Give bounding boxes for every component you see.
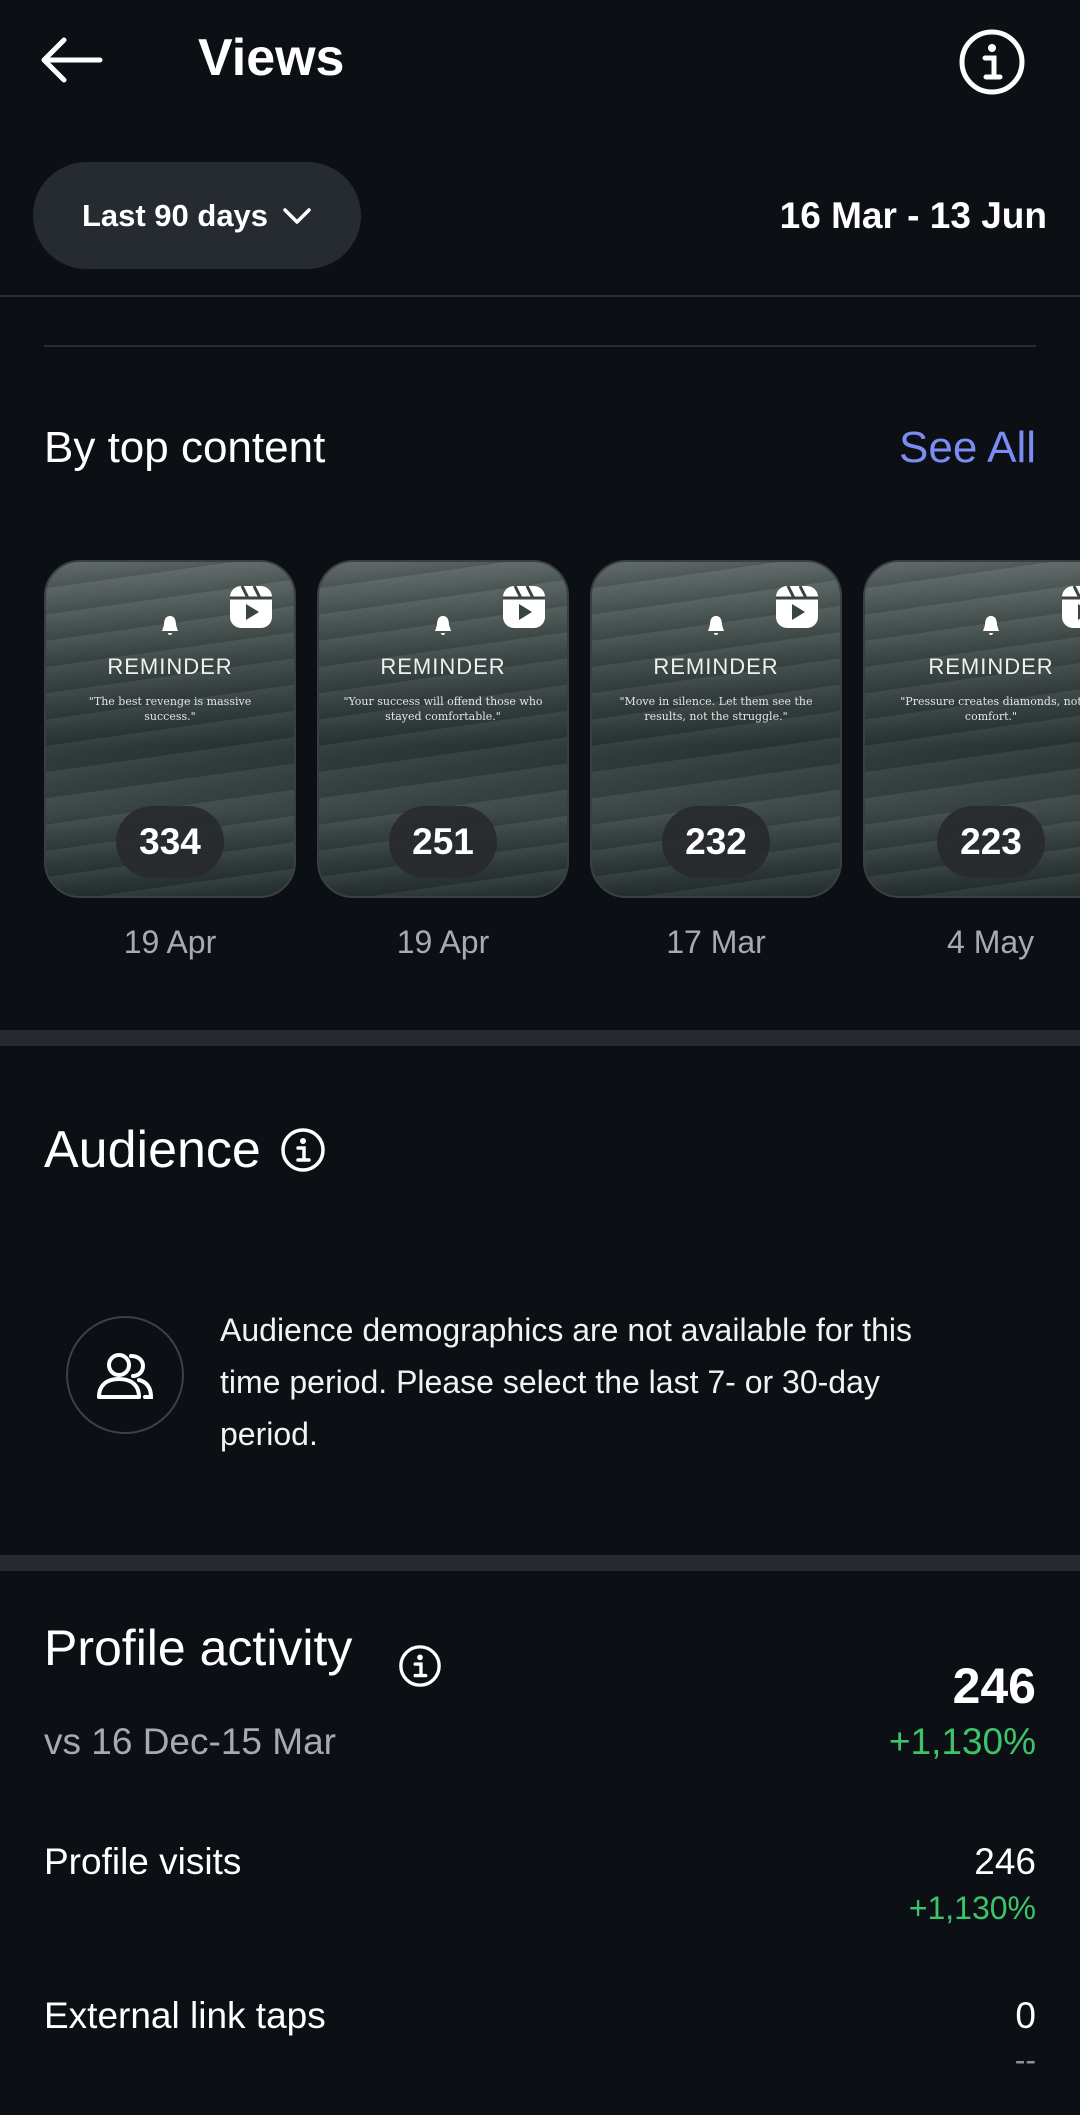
thumbnail-heading: REMINDER (380, 654, 506, 679)
thumbnail-quote: "The best revenge is massive success." (88, 695, 252, 723)
reels-icon (776, 585, 818, 628)
date-range-dropdown-label: Last 90 days (81, 197, 269, 233)
thumbnail-quote: "Your success will offend those who stay… (343, 695, 543, 723)
bell-icon (983, 616, 999, 635)
audience-info-button[interactable] (280, 1127, 326, 1173)
back-button[interactable] (40, 28, 120, 92)
metric-change-external-link-taps: -- (1014, 2042, 1036, 2078)
divider (44, 345, 1036, 347)
profile-activity-total: 246 (952, 1658, 1036, 1714)
content-thumbnail[interactable]: REMINDER "Move in silence. Let them see … (590, 560, 842, 898)
audience-unavailable-message: Audience demographics are not available … (220, 1312, 912, 1452)
divider (0, 295, 1080, 297)
content-date: 19 Apr (123, 924, 217, 960)
thumbnail-quote: "Move in silence. Let them see the resul… (619, 695, 813, 723)
content-thumbnail[interactable]: REMINDER "The best revenge is massive su… (44, 560, 296, 898)
content-date: 17 Mar (666, 924, 766, 960)
top-content-title: By top content (44, 423, 326, 472)
see-all-link[interactable]: See All (899, 420, 1036, 476)
metric-value-profile-visits: 246 (974, 1841, 1036, 1882)
info-icon (281, 1128, 325, 1172)
view-count-badge: 334 (116, 806, 224, 878)
content-date: 19 Apr (396, 924, 490, 960)
audience-title: Audience (44, 1121, 261, 1179)
section-divider (0, 1555, 1080, 1571)
page-title: Views (198, 29, 345, 87)
metric-change-profile-visits: +1,130% (908, 1890, 1036, 1926)
content-thumbnail[interactable]: REMINDER "Pressure creates diamonds, not… (863, 560, 1080, 898)
metric-label-external-link-taps: External link taps (44, 1995, 326, 2036)
content-date: 4 May (947, 924, 1035, 960)
arrow-left-icon (41, 37, 103, 83)
metric-value-external-link-taps: 0 (1015, 1995, 1036, 2036)
info-icon (399, 1645, 441, 1687)
date-range-text: 16 Mar - 13 Jun (779, 195, 1047, 236)
audience-icon-container (66, 1316, 184, 1434)
bell-icon (708, 616, 724, 635)
reels-icon (503, 585, 545, 628)
view-count-badge: 232 (662, 806, 770, 878)
info-icon (959, 29, 1025, 95)
thumbnail-heading: REMINDER (928, 654, 1054, 679)
thumbnail-quote: "Pressure creates diamonds, not comfort.… (900, 695, 1080, 723)
view-count-badge: 251 (389, 806, 497, 878)
metric-label-profile-visits: Profile visits (44, 1841, 242, 1882)
date-range-dropdown[interactable]: Last 90 days (33, 162, 361, 269)
comparison-period: vs 16 Dec-15 Mar (44, 1721, 336, 1762)
chevron-down-icon (283, 207, 311, 224)
content-thumbnail[interactable]: REMINDER "Your success will offend those… (317, 560, 569, 898)
bell-icon (162, 616, 178, 635)
people-icon (97, 1353, 154, 1399)
info-button[interactable] (958, 28, 1026, 96)
view-count-badge: 223 (937, 806, 1045, 878)
section-divider (0, 1030, 1080, 1046)
profile-activity-info-button[interactable] (398, 1644, 442, 1688)
reels-icon (1062, 585, 1080, 628)
profile-activity-title: Profile activity (44, 1620, 353, 1676)
thumbnail-heading: REMINDER (107, 654, 233, 679)
profile-activity-total-change: +1,130% (888, 1721, 1036, 1762)
bell-icon (435, 616, 451, 635)
reels-icon (230, 585, 272, 628)
thumbnail-heading: REMINDER (653, 654, 779, 679)
